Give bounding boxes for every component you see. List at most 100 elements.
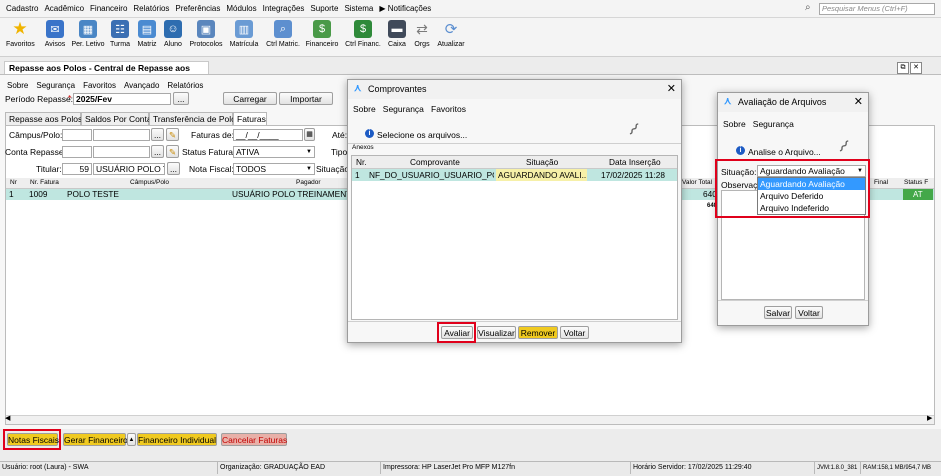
status-fatura-label: Status Fatura:	[182, 147, 236, 157]
carregar-button[interactable]: Carregar	[223, 92, 277, 105]
scroll-right-icon[interactable]: ▶	[927, 414, 932, 422]
campus-code-input[interactable]	[62, 129, 92, 141]
toolbar-caixa[interactable]: ▬ Caixa	[385, 20, 409, 48]
cancelar-faturas-button[interactable]: Cancelar Faturas	[221, 433, 287, 446]
window-menu-avancado[interactable]: Avançado	[120, 77, 163, 94]
campus-edit-icon[interactable]: ✎	[166, 128, 179, 141]
menu-cadastro[interactable]: Cadastro	[3, 0, 41, 17]
toolbar-ctrl-financ[interactable]: $ Ctrl Financ.	[343, 20, 383, 48]
chevron-up-icon[interactable]: ▲	[127, 433, 136, 446]
tab-saldos-conta[interactable]: Saldos Por Conta	[81, 112, 152, 125]
avaliacao-menu-sobre[interactable]: Sobre	[723, 119, 746, 129]
toolbar-favoritos[interactable]: ★ Favoritos	[6, 19, 35, 48]
status-user: Usuário: root (Laura) - SWA	[0, 462, 218, 474]
toolbar-per-letivo[interactable]: ▦ Per. Letivo	[70, 20, 106, 48]
tab-transferencia-polo[interactable]: Transferência de Polo	[149, 112, 236, 125]
voltar-button[interactable]: Voltar	[560, 326, 589, 339]
menu-suporte[interactable]: Suporte	[307, 0, 341, 17]
toolbar-avisos[interactable]: ✉ Avisos	[42, 20, 68, 48]
menu-modulos[interactable]: Módulos	[223, 0, 259, 17]
financeiro-individual-button[interactable]: Financeiro Individual	[137, 433, 217, 446]
campus-label: Câmpus/Polo:	[9, 130, 63, 140]
gerar-financeiro-button[interactable]: Gerar Financeiro	[63, 433, 128, 446]
menu-sistema[interactable]: Sistema	[341, 0, 376, 17]
titular-code-input[interactable]: 59	[62, 163, 92, 175]
info-icon: i	[736, 146, 745, 155]
toolbar-ctrl-matric[interactable]: ⌕ Ctrl Matric.	[264, 20, 302, 48]
close-window-icon[interactable]: ✕	[910, 62, 922, 74]
comprovantes-menu-favoritos[interactable]: Favoritos	[431, 104, 466, 114]
menu-integracoes[interactable]: Integrações	[260, 0, 308, 17]
calendar-picker-icon[interactable]: ▦	[304, 128, 315, 141]
toolbar: ★ Favoritos ✉ Avisos ▦ Per. Letivo ☷ Turma ▤…	[0, 18, 941, 57]
faturas-de-input[interactable]: __/__/____	[233, 129, 303, 141]
toolbar-orgs[interactable]: ⇄ Orgs	[410, 20, 434, 49]
window-tab[interactable]: Repasse aos Polos - Central de Repasse a…	[4, 61, 209, 86]
toolbar-atualizar[interactable]: ⟳ Atualizar	[436, 20, 466, 48]
menu-academico[interactable]: Acadêmico	[41, 0, 87, 17]
tab-repasse-polos[interactable]: Repasse aos Polos	[5, 112, 82, 125]
window-menu-seguranca[interactable]: Segurança	[32, 77, 79, 94]
remover-button[interactable]: Remover	[518, 326, 558, 339]
status-fatura-select[interactable]: ATIVA ▼	[233, 146, 315, 158]
conta-repasse-label: Conta Repasse:	[5, 147, 66, 157]
scroll-left-icon[interactable]: ◀	[5, 414, 10, 422]
toolbar-aluno[interactable]: ☺ Aluno	[161, 20, 185, 48]
close-icon[interactable]: ✕	[854, 93, 863, 112]
nota-fiscal-select[interactable]: TODOS ▼	[233, 163, 315, 175]
periodo-lookup-button[interactable]: ...	[173, 92, 189, 105]
paperclip-icon[interactable]: ⌇	[834, 137, 853, 158]
conta-name-input[interactable]	[93, 146, 150, 158]
titular-name-input[interactable]: USUÁRIO POLO TR	[93, 163, 165, 175]
avaliacao-menu-seguranca[interactable]: Segurança	[753, 119, 794, 129]
conta-edit-icon[interactable]: ✎	[166, 145, 179, 158]
toolbar-matriz[interactable]: ▤ Matriz	[135, 20, 159, 48]
horizontal-scrollbar[interactable]	[6, 415, 934, 424]
faturas-de-label: Faturas de:	[191, 130, 234, 140]
toolbar-matricula[interactable]: ▥ Matrícula	[228, 20, 260, 48]
periodo-input[interactable]: 2025/Fev	[73, 93, 171, 105]
divider	[718, 300, 868, 301]
toolbar-financeiro[interactable]: $ Financeiro	[305, 20, 339, 48]
row-campus: POLO TESTE	[67, 189, 119, 199]
menu-notificacoes[interactable]: ▶ Notificações	[376, 0, 434, 17]
anexos-header-nr: Nr.	[356, 157, 367, 167]
status-server-time: Horário Servidor: 17/02/2025 11:29:40	[631, 462, 815, 474]
close-icon[interactable]: ✕	[667, 80, 676, 99]
arrows-icon: ⇄	[416, 20, 428, 37]
menu-relatorios[interactable]: Relatórios	[130, 0, 172, 17]
window-menu-sobre[interactable]: Sobre	[7, 77, 32, 94]
grid-header-fatura: Nr. Fatura	[30, 179, 59, 186]
info-icon: i	[365, 129, 374, 138]
voltar-avaliacao-button[interactable]: Voltar	[795, 306, 823, 319]
menu-preferencias[interactable]: Preferências	[172, 0, 223, 17]
comprovantes-menu-seguranca[interactable]: Segurança	[383, 104, 424, 114]
toolbar-protocolos[interactable]: ▣ Protocolos	[188, 20, 224, 48]
menu-financeiro[interactable]: Financeiro	[87, 0, 130, 17]
importar-button[interactable]: Importar	[279, 92, 333, 105]
toolbar-turma[interactable]: ☷ Turma	[108, 20, 132, 48]
campus-name-input[interactable]	[93, 129, 150, 141]
visualizar-button[interactable]: Visualizar	[477, 326, 516, 339]
comprovantes-hint: Selecione os arquivos...	[377, 130, 468, 140]
anexo-comprovante: NF_DO_USUARIO_USUARIO_POL...	[369, 170, 494, 180]
salvar-button[interactable]: Salvar	[764, 306, 792, 319]
finance-user-icon: $	[354, 20, 372, 38]
window-menu-favoritos[interactable]: Favoritos	[79, 77, 120, 94]
envelope-icon: ✉	[46, 20, 64, 38]
campus-lookup-button[interactable]: ...	[151, 128, 164, 141]
search-menus-input[interactable]: Pesquisar Menus (Ctrl+F)	[819, 3, 935, 15]
grid-header-final: Final	[874, 179, 889, 186]
conta-code-input[interactable]	[62, 146, 92, 158]
calendar-icon: ▦	[79, 20, 97, 38]
restore-icon[interactable]: ⧉	[897, 62, 909, 74]
comprovantes-menu-sobre[interactable]: Sobre	[353, 104, 376, 114]
paperclip-icon[interactable]: ⌇	[624, 120, 643, 141]
search-icon: ⌕	[805, 2, 811, 13]
grid-header-campus: Câmpus/Polo	[130, 179, 170, 186]
anexos-header-data: Data Inserção	[609, 157, 661, 167]
tab-faturas[interactable]: Faturas	[233, 112, 267, 125]
titular-lookup-button[interactable]: ...	[167, 162, 180, 175]
bell-icon: ▶	[379, 4, 388, 13]
conta-lookup-button[interactable]: ...	[151, 145, 164, 158]
